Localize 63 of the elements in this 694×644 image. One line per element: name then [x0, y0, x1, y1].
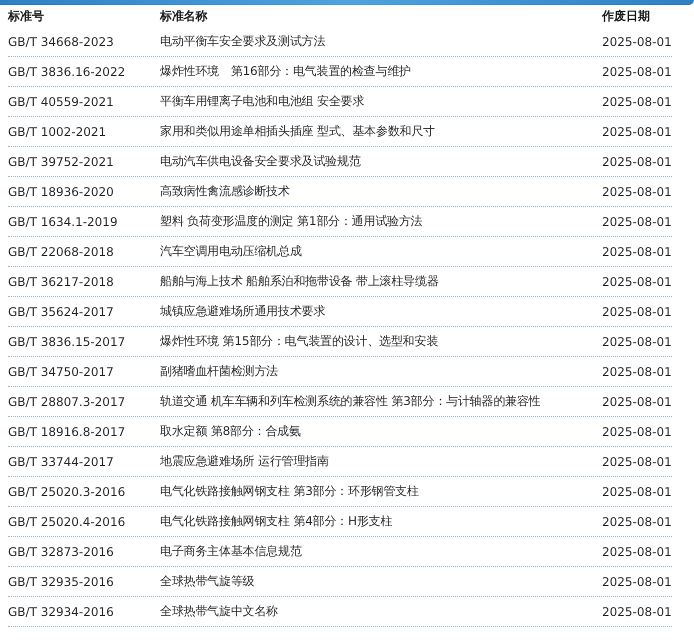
- standard-number: GB/T 34750-2017: [8, 364, 115, 378]
- column-header: 标准号: [8, 8, 45, 24]
- standard-name: 城镇应急避难场所通用技术要求: [160, 303, 326, 320]
- abolish-date: 2025-08-01: [602, 274, 672, 288]
- standard-number: GB/T 33744-2017: [8, 454, 115, 468]
- standard-name: 电动汽车供电设备安全要求及试验规范: [160, 153, 362, 170]
- standard-name: 船舶与海上技术 船舶系泊和拖带设备 带上滚柱导缆器: [160, 273, 440, 290]
- abolish-date: 2025-08-01: [602, 484, 672, 498]
- standard-name: 爆炸性环境 第16部分：电气装置的检查与维护: [160, 63, 412, 80]
- abolish-date: 2025-08-01: [602, 154, 672, 168]
- abolish-date: 2025-08-01: [602, 64, 672, 78]
- standard-name: 全球热带气旋中文名称: [160, 603, 280, 620]
- standard-name: 家用和类似用途单相插头插座 型式、基本参数和尺寸: [160, 123, 436, 140]
- standard-name: 爆炸性环境 第15部分：电气装置的设计、选型和安装: [160, 333, 440, 350]
- abolish-date: 2025-08-01: [602, 334, 672, 348]
- abolish-date: 2025-08-01: [602, 364, 672, 378]
- abolish-date: 2025-08-01: [602, 604, 672, 618]
- standard-number: GB/T 28807.3-2017: [8, 394, 126, 408]
- abolish-date: 2025-08-01: [602, 34, 672, 48]
- standard-number: GB/T 40559-2021: [8, 94, 115, 108]
- standard-name: 地震应急避难场所 运行管理指南: [160, 453, 330, 470]
- standard-number: GB/T 1002-2021: [8, 124, 108, 138]
- standard-number: GB/T 32935-2016: [8, 574, 115, 588]
- standard-name: 轨道交通 机车车辆和列车检测系统的兼容性 第3部分：与计轴器的兼容性: [160, 393, 542, 410]
- standard-number: GB/T 1634.1-2019: [8, 214, 119, 228]
- abolish-date: 2025-08-01: [602, 124, 672, 138]
- abolish-date: 2025-08-01: [602, 214, 672, 228]
- standard-number: GB/T 32934-2016: [8, 604, 115, 618]
- standard-number: GB/T 3836.15-2017: [8, 334, 126, 348]
- standard-number: GB/T 36217-2018: [8, 274, 115, 288]
- standard-name: 电动平衡车安全要求及测试方法: [160, 33, 326, 50]
- abolish-date: 2025-08-01: [602, 574, 672, 588]
- standard-name: 电子商务主体基本信息规范: [160, 543, 303, 560]
- standard-number: GB/T 34668-2023: [8, 34, 115, 48]
- standard-name: 电气化铁路接触网钢支柱 第3部分：环形钢管支柱: [160, 483, 420, 500]
- abolish-date: 2025-08-01: [602, 184, 672, 198]
- standard-name: 塑料 负荷变形温度的测定 第1部分：通用试验方法: [160, 213, 424, 230]
- abolish-date: 2025-08-01: [602, 244, 672, 258]
- standard-number: GB/T 18916.8-2017: [8, 424, 126, 438]
- abolish-date: 2025-08-01: [602, 514, 672, 528]
- standard-name: 副猪嗜血杆菌检测方法: [160, 363, 280, 380]
- abolish-date: 2025-08-01: [602, 94, 672, 108]
- abolish-date: 2025-08-01: [602, 394, 672, 408]
- column-header: 作废日期: [602, 8, 651, 24]
- column-header: 标准名称: [160, 8, 208, 24]
- abolish-date: 2025-08-01: [602, 454, 672, 468]
- abolish-date: 2025-08-01: [602, 424, 672, 438]
- standard-name: 汽车空调用电动压缩机总成: [160, 243, 303, 260]
- standard-number: GB/T 39752-2021: [8, 154, 115, 168]
- standard-name: 电气化铁路接触网钢支柱 第4部分：H形支柱: [160, 513, 394, 530]
- standard-number: GB/T 35624-2017: [8, 304, 115, 318]
- standard-name: 平衡车用锂离子电池和电池组 安全要求: [160, 93, 366, 110]
- standard-name: 高致病性禽流感诊断技术: [160, 183, 291, 200]
- standard-number: GB/T 32873-2016: [8, 544, 115, 558]
- standard-number: GB/T 22068-2018: [8, 244, 115, 258]
- standard-number: GB/T 25020.3-2016: [8, 484, 126, 498]
- standard-number: GB/T 18936-2020: [8, 184, 115, 198]
- abolish-date: 2025-08-01: [602, 544, 672, 558]
- standard-number: GB/T 3836.16-2022: [8, 64, 126, 78]
- abolish-date: 2025-08-01: [602, 304, 672, 318]
- standard-name: 全球热带气旋等级: [160, 573, 256, 590]
- standard-number: GB/T 25020.4-2016: [8, 514, 126, 528]
- standard-name: 取水定额 第8部分：合成氨: [160, 423, 302, 440]
